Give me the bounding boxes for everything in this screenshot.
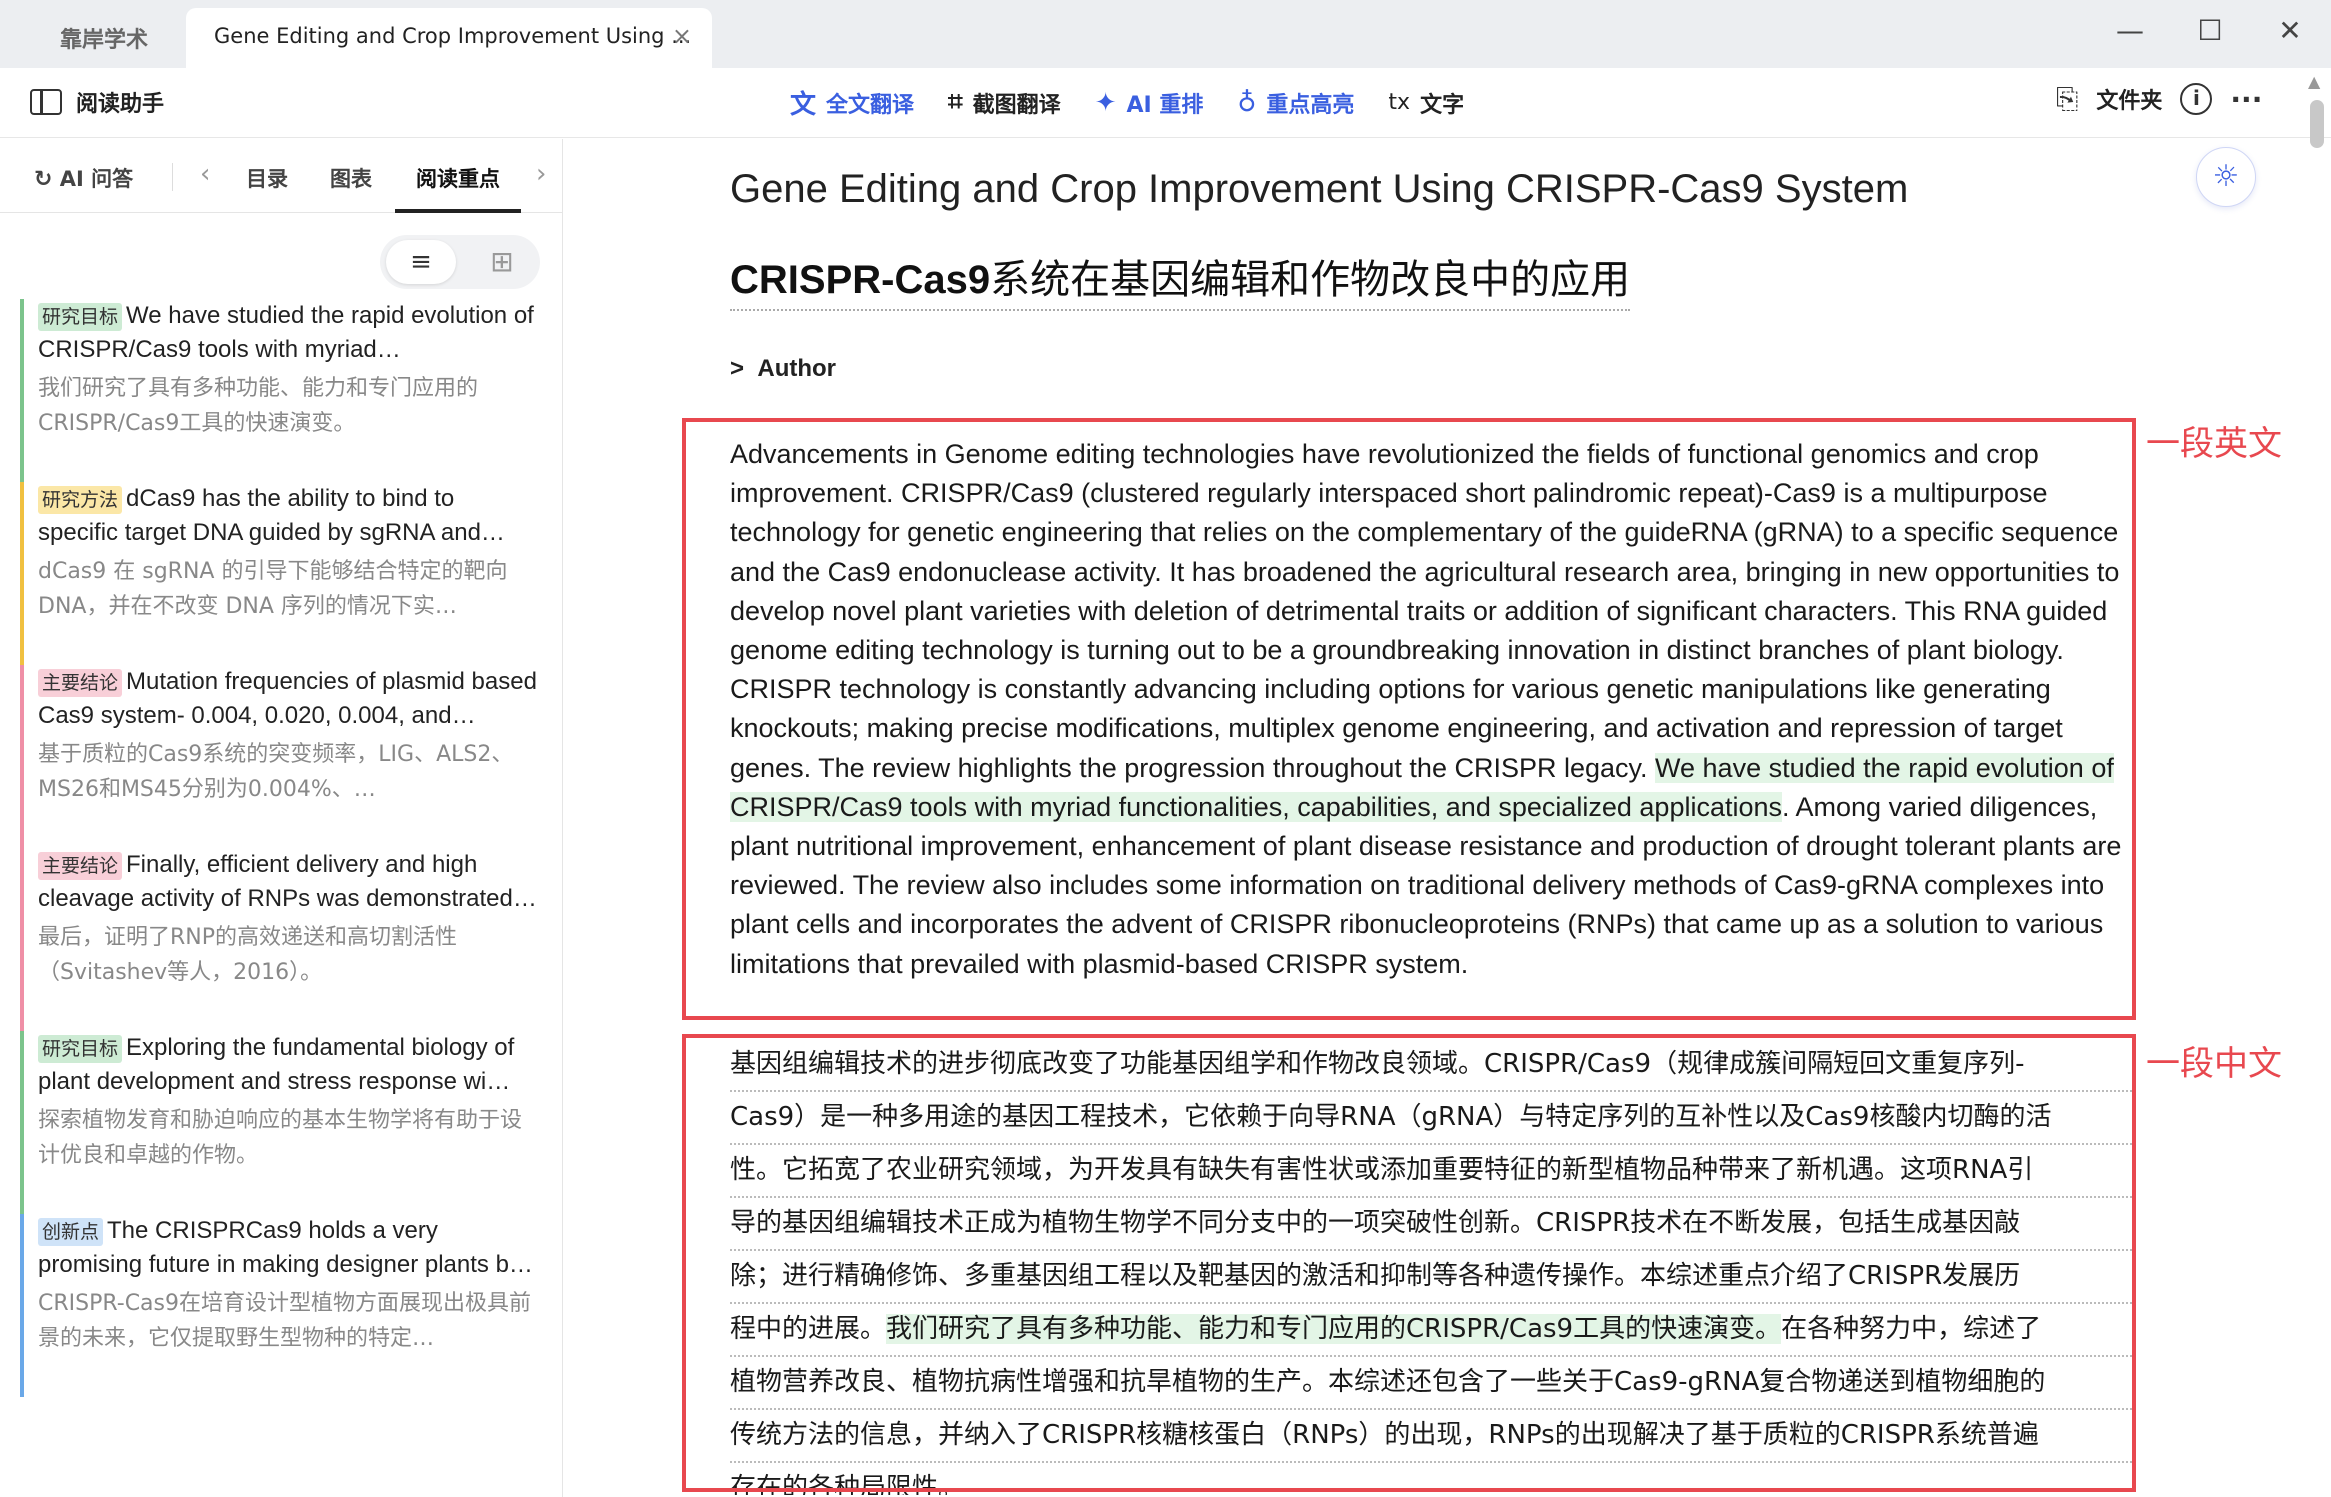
info-icon[interactable]: i <box>2180 83 2213 115</box>
card-chinese-text: CRISPR-Cas9在培育设计型植物方面展现出极具前景的未来，它仅提取野生型物… <box>38 1291 532 1351</box>
tag-main-conclusion: 主要结论 <box>38 852 123 880</box>
maximize-icon[interactable]: ☐ <box>2190 14 2230 47</box>
key-point-card[interactable]: 研究目标 Exploring the fundamental biology of… <box>20 1031 540 1214</box>
card-chinese-text: 我们研究了具有多种功能、能力和专门应用的CRISPR/Cas9工具的快速演变。 <box>38 376 479 436</box>
tab-document-title: Gene Editing and Crop Improvement Using … <box>214 24 692 48</box>
chinese-paragraph-annotation-box <box>682 1034 2136 1492</box>
sidebar: ↻ AI 问答 ‹ 目录 图表 阅读重点 › ≡ ⊞ 研究目标 We have s… <box>0 139 563 1497</box>
text-format-icon: tx <box>1388 90 1411 115</box>
tag-main-conclusion: 主要结论 <box>38 669 123 697</box>
list-view-icon[interactable]: ≡ <box>386 240 456 284</box>
key-point-card[interactable]: 主要结论 Finally, efficient delivery and high… <box>20 848 540 1031</box>
tag-innovation: 创新点 <box>38 1218 104 1246</box>
text-label: 文字 <box>1420 92 1465 118</box>
tab-close-icon[interactable]: × <box>672 22 692 50</box>
card-chinese-text: 探索植物发育和胁迫响应的基本生物学将有助于设计优良和卓越的作物。 <box>38 1108 523 1168</box>
toolbar: 阅读助手 文 全文翻译 ⌗ 截图翻译 ✦ AI 重排 ♁ 重点高亮 tx 文字 … <box>0 68 2331 138</box>
full-translate-button[interactable]: 文 全文翻译 <box>790 84 914 121</box>
tab-contents[interactable]: 目录 <box>246 163 288 193</box>
tag-research-goal: 研究目标 <box>38 1035 123 1063</box>
card-chinese-text: dCas9 在 sgRNA 的引导下能够结合特定的靶向 DNA，并在不改变 DN… <box>38 559 508 619</box>
key-point-card[interactable]: 研究方法 dCas9 has the ability to bind to spe… <box>20 482 540 665</box>
screenshot-translate-button[interactable]: ⌗ 截图翻译 <box>948 87 1061 119</box>
english-paragraph-label: 一段英文 <box>2146 424 2282 464</box>
tab-bar: 靠岸学术 Gene Editing and Crop Improvement U… <box>0 0 2331 68</box>
reading-assistant-label: 阅读助手 <box>76 92 165 117</box>
full-translate-label: 全文翻译 <box>826 92 915 118</box>
tab-key-points[interactable]: 阅读重点 <box>416 163 500 193</box>
scrollbar-thumb[interactable] <box>2310 100 2324 148</box>
document-title-zh: CRISPR-Cas9系统在基因编辑和作物改良中的应用 <box>730 247 1631 311</box>
lightbulb-floating-icon[interactable]: ☼ <box>2196 147 2256 207</box>
key-point-card[interactable]: 研究目标 We have studied the rapid evolution … <box>20 299 540 482</box>
key-point-cards: 研究目标 We have studied the rapid evolution … <box>20 299 540 1397</box>
screenshot-translate-label: 截图翻译 <box>972 92 1061 118</box>
highlight-label: 重点高亮 <box>1266 92 1355 118</box>
highlight-button[interactable]: ♁ 重点高亮 <box>1237 87 1354 119</box>
chinese-paragraph-label: 一段中文 <box>2146 1044 2282 1084</box>
folder-icon[interactable]: ⎘ <box>2056 82 2078 116</box>
minimize-icon[interactable]: — <box>2110 14 2150 47</box>
magic-wand-icon: ✦ <box>1094 87 1117 118</box>
author-toggle[interactable]: > Author <box>730 355 836 383</box>
toolbar-center: 文 全文翻译 ⌗ 截图翻译 ✦ AI 重排 ♁ 重点高亮 tx 文字 <box>790 84 1498 121</box>
tab-ai-qa[interactable]: ↻ AI 问答 <box>34 163 133 193</box>
grid-view-icon[interactable]: ⊞ <box>472 240 532 284</box>
scroll-up-icon[interactable]: ▲ <box>2308 72 2320 91</box>
card-chinese-text: 最后，证明了RNP的高效递送和高切割活性（Svitashev等人，2016）。 <box>38 925 458 985</box>
active-tab-indicator <box>395 209 521 213</box>
more-icon[interactable]: ··· <box>2230 83 2262 116</box>
caret-right-icon: > <box>730 355 745 382</box>
toolbar-right: ⎘ 文件夹 i ··· <box>2056 82 2262 116</box>
chevron-left-icon[interactable]: ‹ <box>200 159 210 189</box>
tab-document[interactable]: Gene Editing and Crop Improvement Using … <box>186 8 712 68</box>
chevron-right-icon[interactable]: › <box>536 159 546 189</box>
translate-icon: 文 <box>790 90 817 120</box>
key-point-card[interactable]: 创新点 The CRISPRCas9 holds a very promising… <box>20 1214 540 1397</box>
reading-assistant-button[interactable]: 阅读助手 <box>30 86 164 118</box>
tag-research-method: 研究方法 <box>38 486 123 514</box>
refresh-icon: ↻ <box>34 167 53 192</box>
tab-home[interactable]: 靠岸学术 <box>60 22 148 54</box>
card-chinese-text: 基于质粒的Cas9系统的突变频率，LIG、ALS2、MS26和MS45分别为0.… <box>38 742 514 802</box>
ai-relayout-label: AI 重排 <box>1126 92 1204 118</box>
card-english-text: The CRISPRCas9 holds a very promising fu… <box>38 1217 533 1278</box>
sidebar-tabs: ↻ AI 问答 ‹ 目录 图表 阅读重点 › <box>0 139 563 213</box>
tab-divider <box>172 163 173 191</box>
tab-figures[interactable]: 图表 <box>330 163 372 193</box>
tag-research-goal: 研究目标 <box>38 303 123 331</box>
crop-icon: ⌗ <box>948 87 963 117</box>
view-toggle: ≡ ⊞ <box>380 235 540 289</box>
window-close-icon[interactable]: ✕ <box>2270 14 2310 47</box>
ai-relayout-button[interactable]: ✦ AI 重排 <box>1095 87 1204 119</box>
key-point-card[interactable]: 主要结论 Mutation frequencies of plasmid base… <box>20 665 540 848</box>
text-button[interactable]: tx 文字 <box>1388 87 1464 119</box>
sidebar-panel-icon <box>30 89 62 115</box>
folder-label[interactable]: 文件夹 <box>2096 83 2162 115</box>
document-title-en: Gene Editing and Crop Improvement Using … <box>730 167 1909 211</box>
english-paragraph-annotation-box <box>682 418 2136 1020</box>
lightbulb-icon: ♁ <box>1237 87 1257 118</box>
